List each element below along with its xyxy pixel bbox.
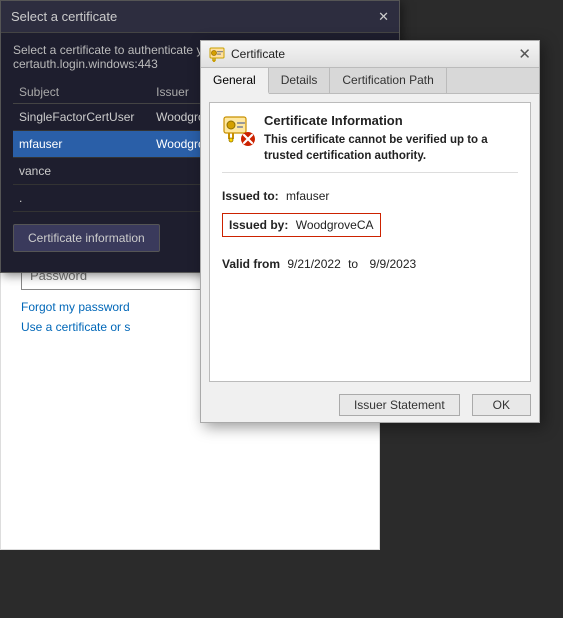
ok-button[interactable]: OK (472, 394, 531, 416)
valid-to-date: 9/9/2023 (369, 257, 416, 271)
cert-detail-titlebar: Certificate ✕ (201, 41, 539, 68)
cert-dialog-footer: Issuer Statement OK (201, 390, 539, 422)
cert-detail-titlebar-left: Certificate (209, 46, 285, 62)
tab-general[interactable]: General (201, 68, 269, 94)
certificate-information-button[interactable]: Certificate information (13, 224, 160, 252)
row-subject: mfauser (13, 131, 150, 158)
issued-to-label: Issued to: (222, 189, 279, 203)
footer-left: Issuer Statement (209, 394, 466, 416)
issued-to-value: mfauser (286, 189, 329, 203)
cert-detail-title: Certificate (231, 47, 285, 61)
cert-tabs: General Details Certification Path (201, 68, 539, 94)
issued-by-row-wrapper: Issued by: WoodgroveCA (222, 213, 518, 247)
cert-info-title: Certificate Information (264, 113, 518, 128)
issuer-statement-button[interactable]: Issuer Statement (339, 394, 460, 416)
row-subject: vance (13, 158, 150, 185)
row-subject: . (13, 185, 150, 212)
cert-warning-text: This certificate cannot be verified up t… (264, 132, 518, 164)
cert-detail-dialog: Certificate ✕ General Details Certificat… (200, 40, 540, 423)
cert-info-header: Certificate Information This certificate… (222, 113, 518, 173)
col-subject: Subject (13, 81, 150, 104)
tab-certification-path[interactable]: Certification Path (330, 68, 446, 93)
valid-from-label: Valid from (222, 257, 280, 271)
issued-by-row: Issued by: WoodgroveCA (222, 213, 381, 237)
cert-detail-body: Certificate Information This certificate… (209, 102, 531, 382)
valid-from-date: 9/21/2022 (287, 257, 340, 271)
issued-to-row: Issued to: mfauser (222, 189, 518, 203)
tab-details[interactable]: Details (269, 68, 331, 93)
cert-warning-icon (222, 113, 254, 145)
cert-icon-svg (222, 113, 256, 147)
issued-by-value: WoodgroveCA (296, 218, 374, 232)
cert-select-titlebar: Select a certificate ✕ (1, 1, 399, 33)
cert-select-close-button[interactable]: ✕ (378, 10, 389, 23)
cert-select-title: Select a certificate (11, 9, 117, 24)
cert-info-text-block: Certificate Information This certificate… (264, 113, 518, 164)
cert-fields: Issued to: mfauser Issued by: WoodgroveC… (222, 189, 518, 271)
valid-date-row: Valid from 9/21/2022 to 9/9/2023 (222, 257, 518, 271)
issued-by-label: Issued by: (229, 218, 288, 232)
valid-to-label: to (348, 257, 358, 271)
row-subject: SingleFactorCertUser (13, 104, 150, 131)
cert-title-icon (209, 46, 225, 62)
cert-detail-close-button[interactable]: ✕ (518, 47, 531, 62)
